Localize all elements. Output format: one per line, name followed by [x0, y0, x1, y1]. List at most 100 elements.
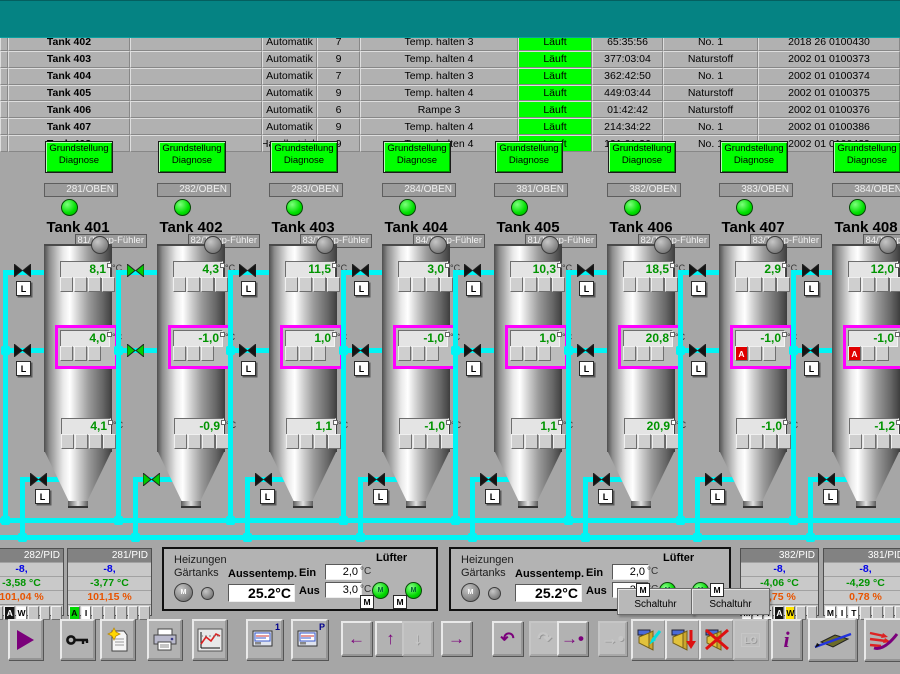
oben-unit-button[interactable]: 384/OBEN: [832, 183, 900, 197]
table-cell[interactable]: [130, 101, 262, 118]
nav-left-button[interactable]: ←: [341, 621, 372, 656]
upper-valve[interactable]: [352, 264, 369, 277]
row-selector[interactable]: [0, 68, 8, 85]
pid-mode-button[interactable]: A: [4, 606, 15, 620]
table-cell[interactable]: [130, 85, 262, 102]
key-login-button[interactable]: [60, 619, 95, 660]
ein-setpoint-input[interactable]: 2,0: [325, 564, 362, 580]
table-cell[interactable]: Automatik: [262, 118, 317, 135]
op-status-cell[interactable]: Läuft: [518, 51, 592, 68]
table-cell[interactable]: 377:03:04: [592, 51, 663, 68]
alarm-off-button[interactable]: [699, 619, 734, 660]
table-cell[interactable]: 6: [317, 101, 360, 118]
op-status-cell[interactable]: Läuft: [518, 85, 592, 102]
table-cell[interactable]: 01:42:42: [592, 101, 663, 118]
middle-valve[interactable]: [127, 344, 144, 357]
row-selector[interactable]: [0, 101, 8, 118]
bottom-valve[interactable]: [818, 473, 835, 486]
pid-mode-button[interactable]: I: [81, 606, 92, 620]
oben-unit-button[interactable]: 382/OBEN: [607, 183, 681, 197]
grundstellung-diagnose-button[interactable]: GrundstellungDiagnose: [720, 141, 788, 173]
schaltuhr-mode-checkbox[interactable]: M: [710, 583, 724, 597]
table-cell[interactable]: Tank 406: [8, 101, 130, 118]
upper-valve[interactable]: [127, 264, 144, 277]
grundstellung-diagnose-button[interactable]: GrundstellungDiagnose: [833, 141, 900, 173]
pid-mode-button[interactable]: [139, 606, 150, 620]
table-cell[interactable]: 7: [317, 68, 360, 85]
row-selector[interactable]: [0, 51, 8, 68]
table-cell[interactable]: 2002 01 0100373: [758, 51, 900, 68]
print-report-button[interactable]: [147, 619, 182, 660]
table-cell[interactable]: 362:42:50: [592, 68, 663, 85]
oben-unit-button[interactable]: 383/OBEN: [719, 183, 793, 197]
fan-mode-checkbox[interactable]: M: [360, 595, 374, 609]
middle-valve[interactable]: [689, 344, 706, 357]
pid-mode-button[interactable]: [796, 606, 806, 620]
ein-setpoint-input[interactable]: 2,0: [612, 564, 649, 580]
trend-curves-button[interactable]: [192, 619, 227, 660]
table-cell[interactable]: Temp. halten 4: [360, 85, 518, 102]
oben-unit-button[interactable]: 281/OBEN: [44, 183, 118, 197]
aus-setpoint-input[interactable]: 3,0: [325, 582, 362, 598]
table-cell[interactable]: [130, 51, 262, 68]
pid-mode-button[interactable]: [40, 606, 51, 620]
table-cell[interactable]: Temp. halten 3: [360, 68, 518, 85]
schaltuhr-mode-checkbox[interactable]: M: [636, 583, 650, 597]
grundstellung-diagnose-button[interactable]: GrundstellungDiagnose: [45, 141, 113, 173]
pid-mode-button[interactable]: [28, 606, 39, 620]
pid-mode-button[interactable]: [104, 606, 115, 620]
table-cell[interactable]: [130, 68, 262, 85]
upper-valve[interactable]: [239, 264, 256, 277]
schaltuhr-popup[interactable]: MSchaltuhr: [617, 588, 694, 615]
table-cell[interactable]: Automatik: [262, 68, 317, 85]
grundstellung-diagnose-button[interactable]: GrundstellungDiagnose: [608, 141, 676, 173]
table-cell[interactable]: Tank 407: [8, 118, 130, 135]
table-cell[interactable]: Temp. halten 4: [360, 51, 518, 68]
middle-valve[interactable]: [239, 344, 256, 357]
table-cell[interactable]: No. 1: [663, 118, 758, 135]
grundstellung-diagnose-button[interactable]: GrundstellungDiagnose: [270, 141, 338, 173]
table-cell[interactable]: Tank 404: [8, 68, 130, 85]
fan-motor-icon[interactable]: M: [405, 582, 422, 599]
table-cell[interactable]: 9: [317, 85, 360, 102]
table-cell[interactable]: Rampe 3: [360, 101, 518, 118]
row-selector[interactable]: [0, 135, 8, 152]
heater-motor-icon[interactable]: M: [174, 583, 193, 602]
op-status-cell[interactable]: Läuft: [518, 68, 592, 85]
alarm-incoming-button[interactable]: [665, 619, 700, 660]
pid-mode-button[interactable]: W: [785, 606, 795, 620]
table-cell[interactable]: Tank 405: [8, 85, 130, 102]
fan-motor-icon[interactable]: M: [372, 582, 389, 599]
upper-valve[interactable]: [577, 264, 594, 277]
table-cell[interactable]: 2002 01 0100374: [758, 68, 900, 85]
table-cell[interactable]: 2002 01 0100386: [758, 118, 900, 135]
table-cell[interactable]: 214:34:22: [592, 118, 663, 135]
row-selector[interactable]: [0, 85, 8, 102]
bottom-valve[interactable]: [255, 473, 272, 486]
loop-display-button[interactable]: LO: [733, 619, 768, 660]
middle-valve[interactable]: [14, 344, 31, 357]
new-document-button[interactable]: [100, 619, 135, 660]
table-cell[interactable]: Naturstoff: [663, 51, 758, 68]
table-cell[interactable]: Naturstoff: [663, 85, 758, 102]
table-cell[interactable]: 9: [317, 51, 360, 68]
table-cell[interactable]: No. 1: [663, 68, 758, 85]
middle-valve[interactable]: [577, 344, 594, 357]
bottom-valve[interactable]: [480, 473, 497, 486]
upper-valve[interactable]: [689, 264, 706, 277]
table-cell[interactable]: 9: [317, 118, 360, 135]
heater-motor-icon[interactable]: M: [461, 583, 480, 602]
op-status-cell[interactable]: Läuft: [518, 118, 592, 135]
table-cell[interactable]: 449:03:44: [592, 85, 663, 102]
oben-unit-button[interactable]: 282/OBEN: [157, 183, 231, 197]
redo-button[interactable]: ↷: [529, 621, 560, 656]
oben-unit-button[interactable]: 283/OBEN: [269, 183, 343, 197]
table-cell[interactable]: 2002 01 0100376: [758, 101, 900, 118]
schaltuhr-popup[interactable]: MSchaltuhr: [691, 588, 770, 615]
grundstellung-diagnose-button[interactable]: GrundstellungDiagnose: [158, 141, 226, 173]
table-cell[interactable]: Automatik: [262, 51, 317, 68]
forward-step-button[interactable]: →•: [557, 621, 588, 656]
oben-unit-button[interactable]: 381/OBEN: [494, 183, 568, 197]
pid-mode-button[interactable]: A: [69, 606, 80, 620]
alarm-acknowledge-button[interactable]: [631, 619, 666, 660]
